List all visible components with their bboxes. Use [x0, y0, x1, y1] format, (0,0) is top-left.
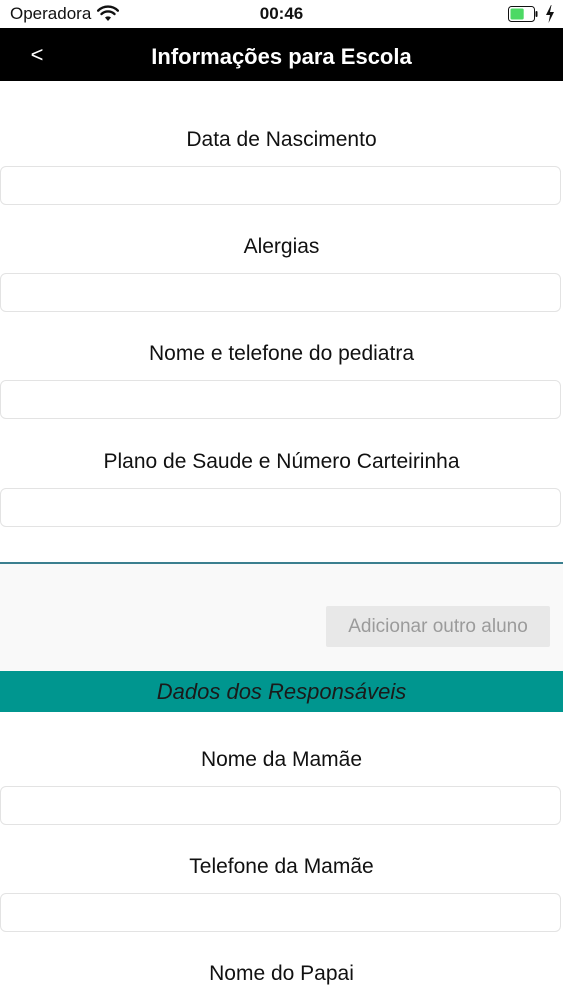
mother-phone-input[interactable]	[0, 893, 561, 932]
guardians-section-header: Dados dos Responsáveis	[0, 671, 563, 712]
bolt-icon	[546, 5, 554, 23]
status-time: 00:46	[259, 4, 304, 23]
allergies-input[interactable]	[0, 273, 561, 312]
health-plan-input[interactable]	[0, 488, 561, 527]
mother-name-input[interactable]	[0, 786, 561, 825]
navigation-bar: < Informações para Escola	[0, 28, 563, 81]
battery-icon	[508, 6, 538, 22]
birth-date-label: Data de Nascimento	[186, 128, 377, 151]
pediatrician-input[interactable]	[0, 380, 561, 419]
allergies-label: Alergias	[243, 235, 320, 258]
pediatrician-label: Nome e telefone do pediatra	[148, 342, 414, 365]
health-plan-label: Plano de Saude e Número Carteirinha	[103, 450, 460, 473]
status-bar: Operadora 00:46	[0, 0, 563, 28]
screen: Operadora 00:46 < Informações para Escol…	[0, 0, 563, 1000]
mother-name-label: Nome da Mamãe	[200, 748, 363, 771]
add-student-section: Adicionar outro aluno	[0, 564, 563, 671]
add-student-button[interactable]: Adicionar outro aluno	[326, 606, 550, 647]
mother-phone-label: Telefone da Mamãe	[189, 855, 374, 878]
father-name-label: Nome do Papai	[209, 962, 354, 985]
birth-date-input[interactable]	[0, 166, 561, 205]
back-button[interactable]: <	[22, 28, 52, 81]
section-header-title: Dados dos Responsáveis	[156, 679, 407, 704]
page-title: Informações para Escola	[151, 44, 412, 69]
